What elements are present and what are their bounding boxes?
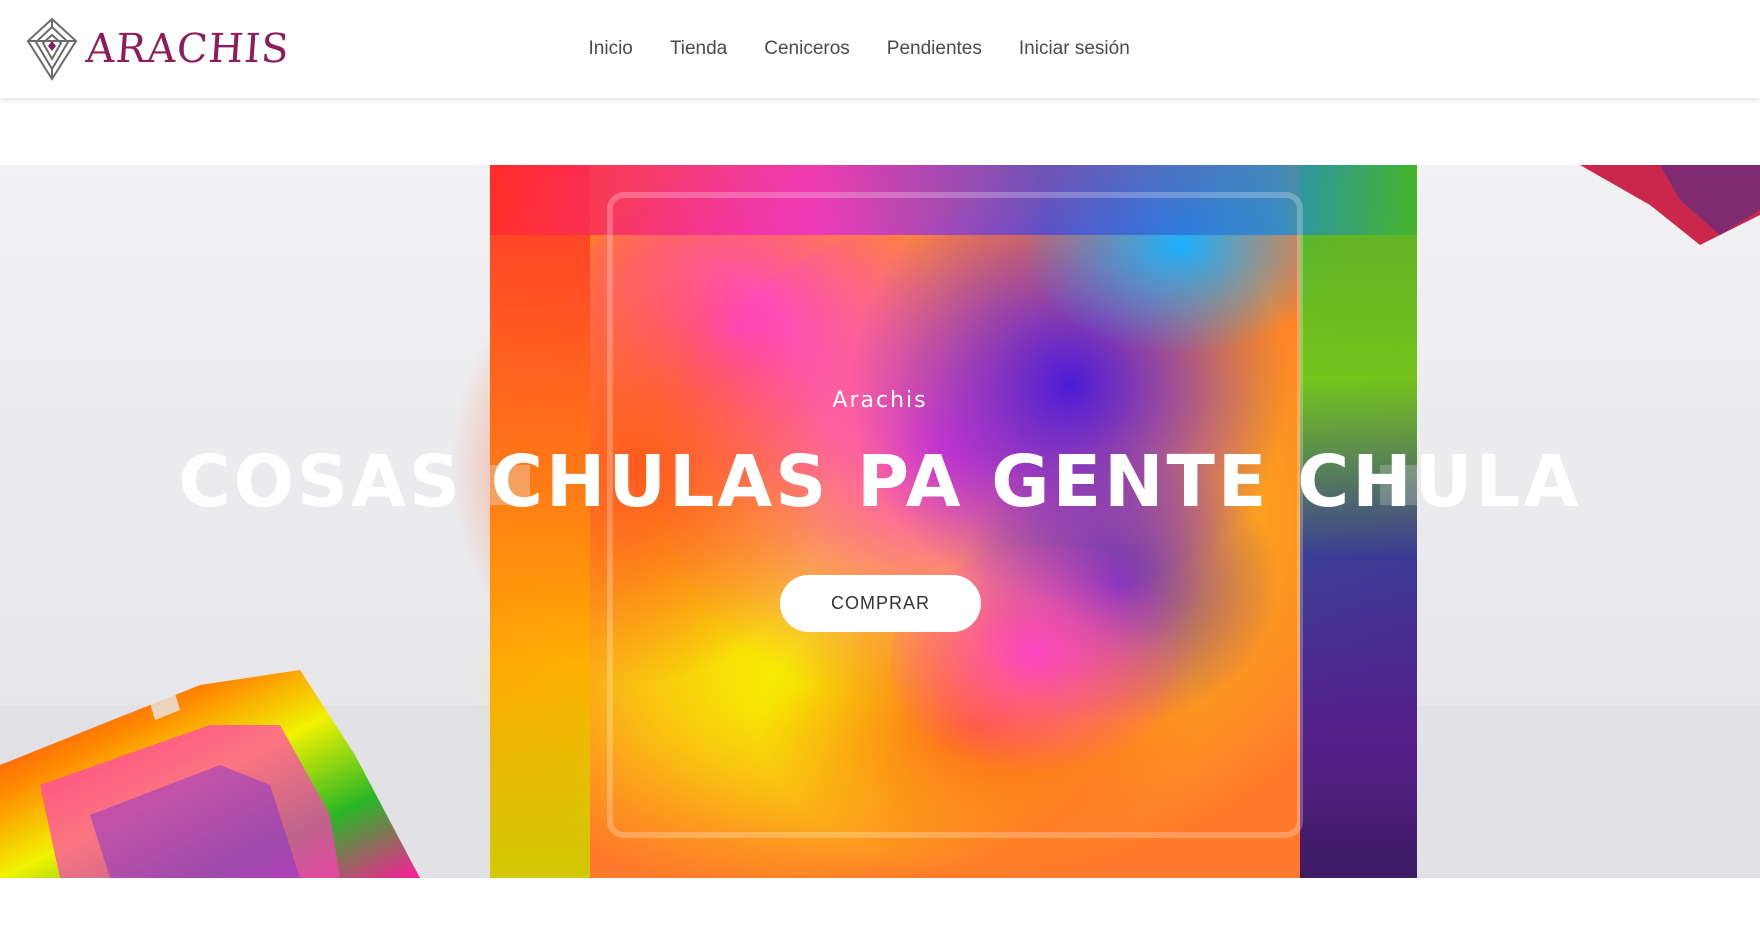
logo-icon xyxy=(26,17,78,81)
nav-item-ceniceros[interactable]: Ceniceros xyxy=(746,30,869,68)
main-nav: Inicio Tienda Ceniceros Pendientes Inici… xyxy=(570,0,1148,98)
nav-item-inicio[interactable]: Inicio xyxy=(570,30,651,68)
site-logo[interactable]: ARACHIS xyxy=(26,16,292,82)
logo-text: ARACHIS xyxy=(84,26,292,72)
site-header: ARACHIS Inicio Tienda Ceniceros Pendient… xyxy=(0,0,1760,98)
hero-overline: Arachis xyxy=(832,388,928,413)
nav-item-tienda[interactable]: Tienda xyxy=(651,30,745,68)
hero-title: COSAS CHULAS PA GENTE CHULA xyxy=(178,440,1582,523)
nav-item-pendientes[interactable]: Pendientes xyxy=(868,30,1000,68)
hero-banner: Arachis COSAS CHULAS PA GENTE CHULA COMP… xyxy=(0,165,1760,878)
nav-item-iniciar-sesion[interactable]: Iniciar sesión xyxy=(1000,30,1148,68)
buy-button[interactable]: COMPRAR xyxy=(780,575,981,632)
